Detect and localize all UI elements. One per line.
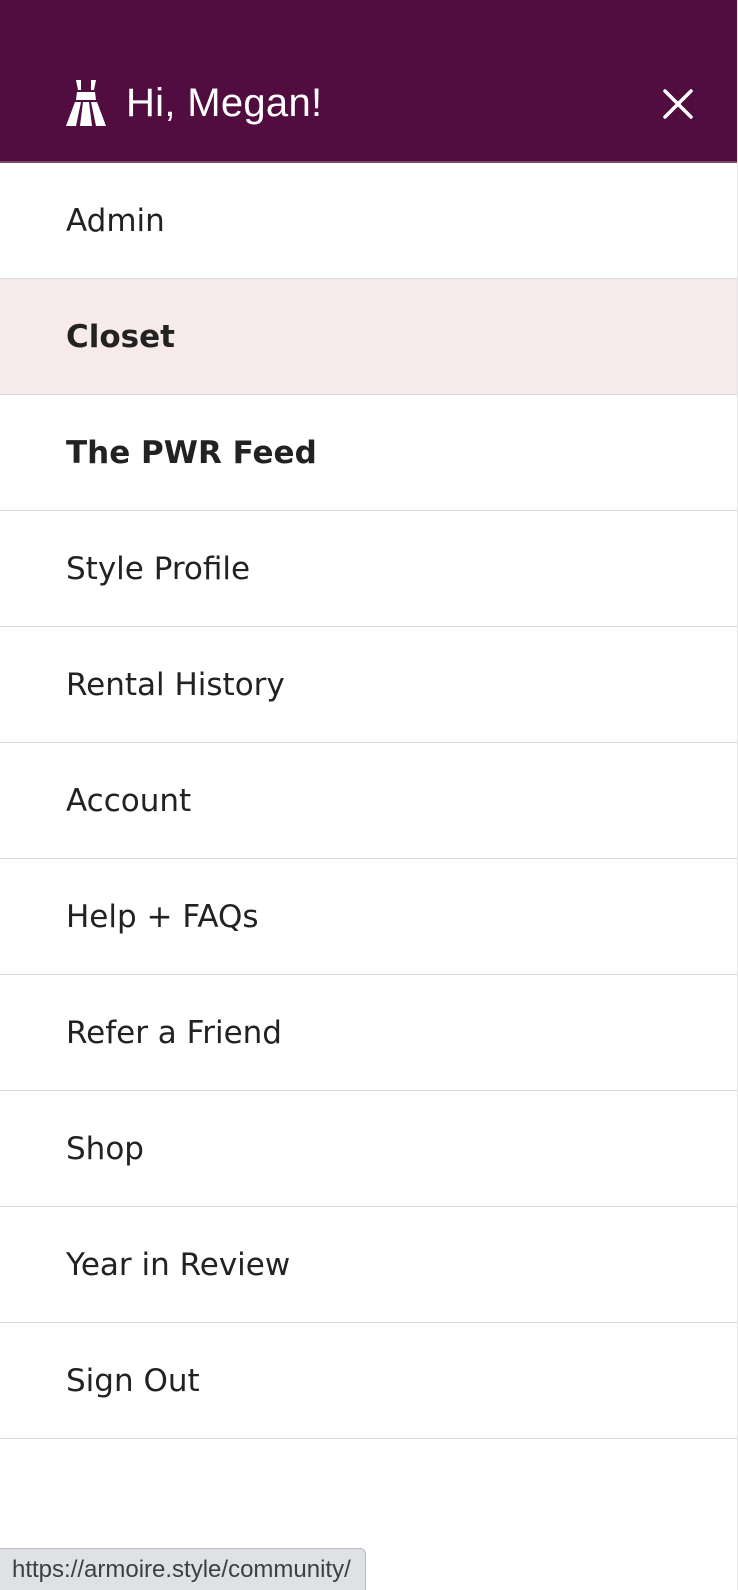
menu-item-admin[interactable]: Admin [0,163,737,279]
menu-item-style-profile[interactable]: Style Profile [0,511,737,627]
menu-item-sign-out[interactable]: Sign Out [0,1323,737,1439]
menu-header: Hi, Megan! [0,0,737,163]
menu-item-rental-history[interactable]: Rental History [0,627,737,743]
menu-item-account[interactable]: Account [0,743,737,859]
close-icon[interactable] [660,86,696,122]
side-menu-drawer: Hi, Megan! Admin Closet The PWR Feed Sty… [0,0,738,1590]
menu-item-label: Year in Review [66,1246,291,1283]
menu-item-help-faqs[interactable]: Help + FAQs [0,859,737,975]
menu-item-label: Shop [66,1130,144,1167]
menu-item-label: Admin [66,202,165,239]
menu-list: Admin Closet The PWR Feed Style Profile … [0,163,737,1439]
menu-item-closet[interactable]: Closet [0,279,737,395]
menu-item-label: Sign Out [66,1362,200,1399]
link-preview-status-bar: https://armoire.style/community/ [0,1548,366,1590]
menu-item-shop[interactable]: Shop [0,1091,737,1207]
menu-item-year-in-review[interactable]: Year in Review [0,1207,737,1323]
menu-item-label: Style Profile [66,550,251,587]
menu-item-label: Closet [66,318,175,355]
menu-item-label: Refer a Friend [66,1014,282,1051]
menu-item-pwr-feed[interactable]: The PWR Feed [0,395,737,511]
menu-item-label: The PWR Feed [66,434,317,471]
greeting-title: Hi, Megan! [126,81,323,125]
menu-item-label: Account [66,782,192,819]
menu-item-refer-a-friend[interactable]: Refer a Friend [0,975,737,1091]
menu-item-label: Help + FAQs [66,898,259,935]
menu-item-label: Rental History [66,666,285,703]
dress-icon [66,80,106,126]
